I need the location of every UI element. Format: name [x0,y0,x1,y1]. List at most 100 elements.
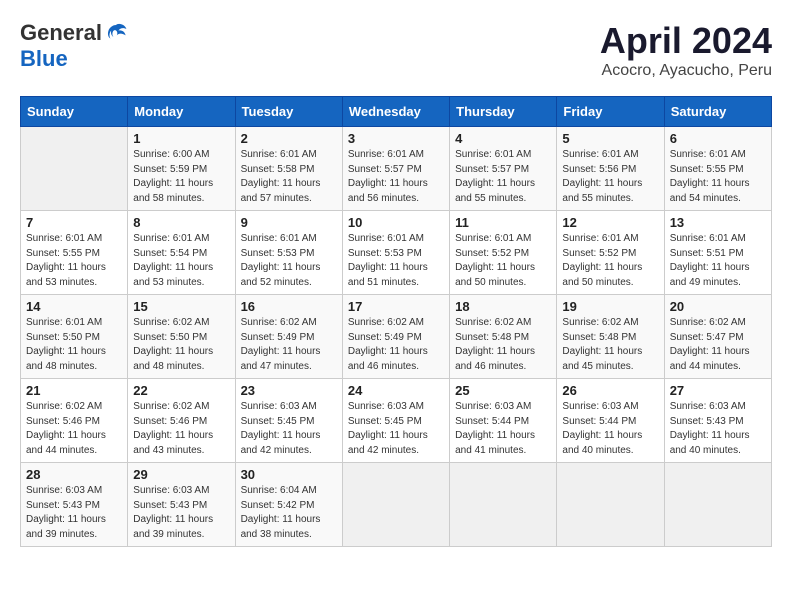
calendar-cell: 24 Sunrise: 6:03 AMSunset: 5:45 PMDayligh… [342,379,449,463]
day-number: 27 [670,383,766,398]
day-info: Sunrise: 6:01 AMSunset: 5:57 PMDaylight:… [348,148,444,206]
page-header: General Blue April 2024 Acocro, Ayacucho… [20,20,772,80]
calendar-cell: 9Sunrise: 6:01 AMSunset: 5:53 PMDaylight… [235,211,342,295]
day-number: 11 [455,215,551,230]
logo-bird-icon [104,21,128,45]
weekday-header-thursday: Thursday [450,97,557,127]
day-info: Sunrise: 6:03 AMSunset: 5:43 PMDaylight:… [26,484,122,542]
calendar-cell: 18Sunrise: 6:02 AMSunset: 5:48 PMDayligh… [450,295,557,379]
day-number: 2 [241,131,337,146]
month-title: April 2024 [600,20,772,62]
day-info: Sunrise: 6:01 AMSunset: 5:53 PMDaylight:… [241,232,337,290]
logo: General Blue [20,20,128,72]
day-number: 16 [241,299,337,314]
calendar-table: SundayMondayTuesdayWednesdayThursdayFrid… [20,96,772,547]
day-number: 12 [562,215,658,230]
day-number: 10 [348,215,444,230]
day-info: Sunrise: 6:01 AMSunset: 5:55 PMDaylight:… [670,148,766,206]
calendar-cell: 15Sunrise: 6:02 AMSunset: 5:50 PMDayligh… [128,295,235,379]
calendar-week-2: 7 Sunrise: 6:01 AMSunset: 5:55 PMDaylight… [21,211,772,295]
calendar-cell [557,463,664,547]
day-info: Sunrise: 6:02 AMSunset: 5:48 PMDaylight:… [562,316,658,374]
day-number: 4 [455,131,551,146]
calendar-cell [342,463,449,547]
day-info: Sunrise: 6:03 AMSunset: 5:45 PMDaylight:… [241,400,337,458]
calendar-cell: 10 Sunrise: 6:01 AMSunset: 5:53 PMDayligh… [342,211,449,295]
location-subtitle: Acocro, Ayacucho, Peru [600,62,772,80]
day-info: Sunrise: 6:01 AMSunset: 5:56 PMDaylight:… [562,148,658,206]
day-number: 21 [26,383,122,398]
calendar-cell: 11 Sunrise: 6:01 AMSunset: 5:52 PMDayligh… [450,211,557,295]
day-info: Sunrise: 6:01 AMSunset: 5:58 PMDaylight:… [241,148,337,206]
day-info: Sunrise: 6:01 AMSunset: 5:52 PMDaylight:… [455,232,551,290]
day-info: Sunrise: 6:01 AMSunset: 5:55 PMDaylight:… [26,232,122,290]
calendar-cell: 30 Sunrise: 6:04 AMSunset: 5:42 PMDayligh… [235,463,342,547]
calendar-cell: 17 Sunrise: 6:02 AMSunset: 5:49 PMDayligh… [342,295,449,379]
calendar-cell: 19Sunrise: 6:02 AMSunset: 5:48 PMDayligh… [557,295,664,379]
day-info: Sunrise: 6:04 AMSunset: 5:42 PMDaylight:… [241,484,337,542]
day-number: 26 [562,383,658,398]
day-number: 20 [670,299,766,314]
logo-blue-text: Blue [20,46,68,72]
day-number: 13 [670,215,766,230]
calendar-cell: 4 Sunrise: 6:01 AMSunset: 5:57 PMDaylight… [450,127,557,211]
calendar-cell: 14Sunrise: 6:01 AMSunset: 5:50 PMDayligh… [21,295,128,379]
weekday-header-saturday: Saturday [664,97,771,127]
calendar-cell: 29Sunrise: 6:03 AMSunset: 5:43 PMDayligh… [128,463,235,547]
calendar-cell: 27Sunrise: 6:03 AMSunset: 5:43 PMDayligh… [664,379,771,463]
day-number: 24 [348,383,444,398]
day-info: Sunrise: 6:01 AMSunset: 5:54 PMDaylight:… [133,232,229,290]
day-number: 28 [26,467,122,482]
day-info: Sunrise: 6:00 AMSunset: 5:59 PMDaylight:… [133,148,229,206]
day-info: Sunrise: 6:02 AMSunset: 5:46 PMDaylight:… [26,400,122,458]
weekday-header-monday: Monday [128,97,235,127]
day-info: Sunrise: 6:03 AMSunset: 5:44 PMDaylight:… [562,400,658,458]
calendar-cell: 21 Sunrise: 6:02 AMSunset: 5:46 PMDayligh… [21,379,128,463]
day-info: Sunrise: 6:01 AMSunset: 5:51 PMDaylight:… [670,232,766,290]
day-number: 7 [26,215,122,230]
day-number: 15 [133,299,229,314]
calendar-cell [664,463,771,547]
calendar-header: SundayMondayTuesdayWednesdayThursdayFrid… [21,97,772,127]
day-number: 17 [348,299,444,314]
calendar-cell: 20 Sunrise: 6:02 AMSunset: 5:47 PMDayligh… [664,295,771,379]
day-number: 29 [133,467,229,482]
calendar-cell: 23 Sunrise: 6:03 AMSunset: 5:45 PMDayligh… [235,379,342,463]
day-info: Sunrise: 6:01 AMSunset: 5:50 PMDaylight:… [26,316,122,374]
day-number: 8 [133,215,229,230]
weekday-header-tuesday: Tuesday [235,97,342,127]
day-info: Sunrise: 6:01 AMSunset: 5:52 PMDaylight:… [562,232,658,290]
day-number: 30 [241,467,337,482]
calendar-cell: 5Sunrise: 6:01 AMSunset: 5:56 PMDaylight… [557,127,664,211]
calendar-cell: 13 Sunrise: 6:01 AMSunset: 5:51 PMDayligh… [664,211,771,295]
calendar-cell [450,463,557,547]
calendar-cell: 22Sunrise: 6:02 AMSunset: 5:46 PMDayligh… [128,379,235,463]
calendar-week-4: 21 Sunrise: 6:02 AMSunset: 5:46 PMDayligh… [21,379,772,463]
weekday-row: SundayMondayTuesdayWednesdayThursdayFrid… [21,97,772,127]
day-number: 23 [241,383,337,398]
calendar-cell: 7 Sunrise: 6:01 AMSunset: 5:55 PMDaylight… [21,211,128,295]
calendar-cell: 3 Sunrise: 6:01 AMSunset: 5:57 PMDaylight… [342,127,449,211]
title-area: April 2024 Acocro, Ayacucho, Peru [600,20,772,80]
weekday-header-sunday: Sunday [21,97,128,127]
day-info: Sunrise: 6:01 AMSunset: 5:53 PMDaylight:… [348,232,444,290]
calendar-cell: 6 Sunrise: 6:01 AMSunset: 5:55 PMDaylight… [664,127,771,211]
calendar-cell: 1Sunrise: 6:00 AMSunset: 5:59 PMDaylight… [128,127,235,211]
day-info: Sunrise: 6:01 AMSunset: 5:57 PMDaylight:… [455,148,551,206]
calendar-cell: 26 Sunrise: 6:03 AMSunset: 5:44 PMDayligh… [557,379,664,463]
day-info: Sunrise: 6:03 AMSunset: 5:44 PMDaylight:… [455,400,551,458]
day-number: 18 [455,299,551,314]
calendar-week-5: 28 Sunrise: 6:03 AMSunset: 5:43 PMDayligh… [21,463,772,547]
calendar-cell: 12 Sunrise: 6:01 AMSunset: 5:52 PMDayligh… [557,211,664,295]
day-info: Sunrise: 6:03 AMSunset: 5:45 PMDaylight:… [348,400,444,458]
day-number: 25 [455,383,551,398]
calendar-week-3: 14Sunrise: 6:01 AMSunset: 5:50 PMDayligh… [21,295,772,379]
day-info: Sunrise: 6:02 AMSunset: 5:47 PMDaylight:… [670,316,766,374]
weekday-header-wednesday: Wednesday [342,97,449,127]
day-info: Sunrise: 6:02 AMSunset: 5:49 PMDaylight:… [348,316,444,374]
calendar-cell: 8 Sunrise: 6:01 AMSunset: 5:54 PMDaylight… [128,211,235,295]
weekday-header-friday: Friday [557,97,664,127]
logo-general-text: General [20,20,102,46]
day-number: 3 [348,131,444,146]
day-number: 6 [670,131,766,146]
